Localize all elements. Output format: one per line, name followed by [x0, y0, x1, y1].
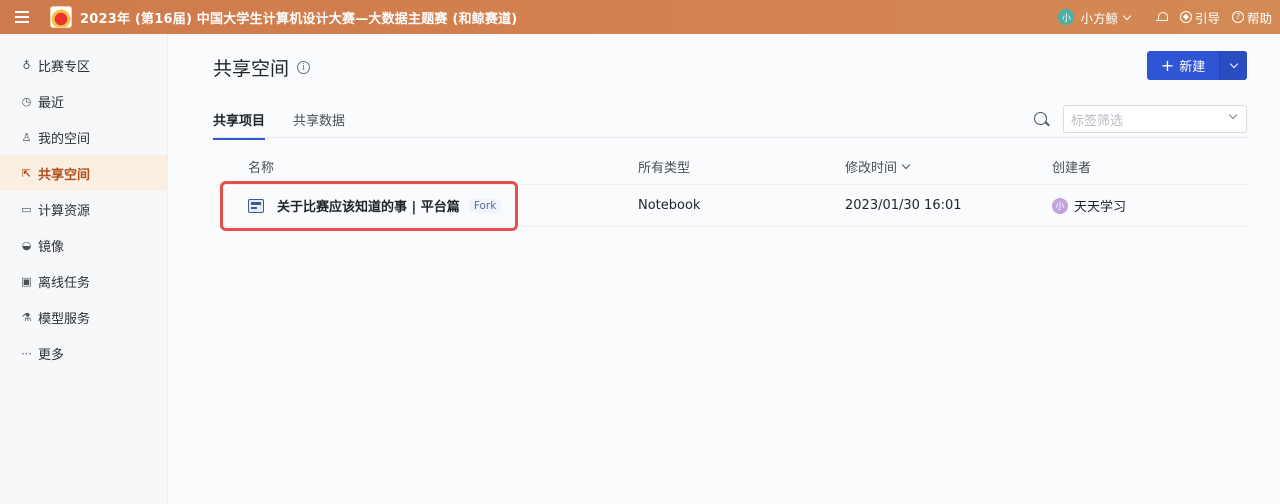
sidebar-item-recent[interactable]: ◷ 最近 — [0, 83, 167, 119]
sidebar-item-image[interactable]: ◒ 镜像 — [0, 227, 167, 263]
bell-icon — [1155, 11, 1168, 23]
sidebar-item-label: 更多 — [38, 347, 65, 363]
header-actions: 小 小方鲸 ◆ 引导 ? 帮助 — [1058, 8, 1280, 27]
compass-icon: ◆ — [1179, 11, 1192, 23]
help-button[interactable]: ? 帮助 — [1231, 8, 1272, 27]
creator-name: 天天学习 — [1074, 200, 1127, 215]
column-header-modified[interactable]: 修改时间 — [845, 157, 1052, 176]
tag-filter-select[interactable]: 标签筛选 — [1063, 105, 1247, 133]
main-content: 共享空间 i + 新建 共享项目 共享数据 标签筛选 名称 所有类型 修改时间 … — [168, 34, 1280, 504]
column-header-creator: 创建者 — [1052, 161, 1092, 176]
projects-table: 名称 所有类型 修改时间 创建者 关于比赛应该知道的事 | 平台篇 Fork N… — [213, 149, 1247, 227]
sidebar: ♁ 比赛专区 ◷ 最近 ♙ 我的空间 ⇱ 共享空间 ▭ 计算资源 ◒ 镜像 ▣ … — [0, 34, 168, 504]
help-label: 帮助 — [1246, 10, 1272, 26]
column-header-name: 名称 — [248, 161, 275, 176]
clock-icon: ◷ — [21, 94, 32, 108]
tab-shared-projects[interactable]: 共享项目 — [213, 110, 266, 140]
column-header-type-filter[interactable]: 所有类型 — [638, 157, 845, 176]
sidebar-item-label: 计算资源 — [38, 203, 91, 219]
image-icon: ◒ — [21, 238, 32, 252]
trophy-icon: ♁ — [22, 58, 31, 72]
cell-name: 关于比赛应该知道的事 | 平台篇 Fork — [213, 196, 638, 215]
user-name: 小方鲸 — [1080, 10, 1118, 26]
sidebar-item-label: 最近 — [38, 95, 65, 111]
notebook-icon — [248, 198, 264, 213]
plus-icon: + — [1160, 55, 1175, 75]
sort-chevron-icon — [901, 160, 911, 170]
hamburger-menu-icon[interactable] — [0, 0, 44, 34]
sidebar-item-my-space[interactable]: ♙ 我的空间 — [0, 119, 167, 155]
tab-shared-data[interactable]: 共享数据 — [293, 110, 345, 140]
new-button-label: 新建 — [1179, 60, 1206, 75]
flask-icon: ⚗ — [21, 310, 32, 324]
notification-button[interactable] — [1155, 11, 1168, 23]
sidebar-item-shared-space[interactable]: ⇱ 共享空间 — [0, 155, 167, 191]
table-header: 名称 所有类型 修改时间 创建者 — [213, 149, 1247, 185]
chevron-down-icon — [1229, 59, 1238, 69]
page-title: 共享空间 i — [213, 54, 311, 81]
info-icon[interactable]: i — [297, 61, 311, 74]
sidebar-item-compute[interactable]: ▭ 计算资源 — [0, 191, 167, 227]
new-dropdown-button[interactable] — [1219, 51, 1247, 80]
search-icon[interactable] — [1034, 112, 1047, 125]
sidebar-item-offline-task[interactable]: ▣ 离线任务 — [0, 263, 167, 299]
new-button-group: + 新建 — [1147, 51, 1247, 80]
sidebar-item-more[interactable]: ⋯ 更多 — [0, 335, 167, 371]
new-button[interactable]: + 新建 — [1147, 51, 1219, 80]
guide-label: 引导 — [1194, 10, 1220, 26]
share-icon: ⇱ — [21, 166, 32, 180]
table-row[interactable]: 关于比赛应该知道的事 | 平台篇 Fork Notebook 2023/01/3… — [213, 185, 1247, 227]
app-title: 2023年 (第16届) 中国大学生计算机设计大赛—大数据主题赛 (和鲸赛道) — [80, 11, 518, 27]
column-header-modified-label: 修改时间 — [845, 161, 898, 176]
user-icon: ♙ — [21, 130, 32, 144]
top-header: 2023年 (第16届) 中国大学生计算机设计大赛—大数据主题赛 (和鲸赛道) … — [0, 0, 1280, 34]
sidebar-item-label: 共享空间 — [38, 167, 91, 183]
sidebar-item-label: 模型服务 — [38, 311, 91, 327]
page-title-text: 共享空间 — [213, 58, 290, 80]
creator-avatar: 小 — [1052, 197, 1068, 214]
more-icon: ⋯ — [21, 346, 32, 360]
sidebar-item-label: 我的空间 — [38, 131, 91, 147]
cell-type: Notebook — [638, 198, 701, 213]
chevron-down-icon — [1228, 110, 1238, 120]
tag-filter-placeholder: 标签筛选 — [1071, 113, 1124, 129]
guide-button[interactable]: ◆ 引导 — [1179, 8, 1220, 27]
sidebar-item-competition[interactable]: ♁ 比赛专区 — [0, 47, 167, 83]
cell-creator: 小 天天学习 — [1052, 196, 1247, 215]
user-avatar: 小 — [1058, 9, 1075, 25]
tabs-divider — [213, 137, 1247, 138]
sidebar-item-label: 离线任务 — [38, 275, 91, 291]
tab-bar: 共享项目 共享数据 — [213, 110, 373, 140]
task-icon: ▣ — [21, 274, 32, 288]
project-name-link[interactable]: 关于比赛应该知道的事 | 平台篇 — [277, 196, 460, 215]
sidebar-item-label: 比赛专区 — [38, 59, 91, 75]
sidebar-item-model-service[interactable]: ⚗ 模型服务 — [0, 299, 167, 335]
cell-modified: 2023/01/30 16:01 — [845, 198, 962, 213]
cpu-icon: ▭ — [21, 202, 32, 216]
app-logo — [50, 6, 72, 28]
chevron-down-icon — [1122, 11, 1132, 20]
user-menu[interactable]: 小 小方鲸 — [1058, 8, 1132, 27]
sidebar-item-label: 镜像 — [38, 239, 65, 255]
help-icon: ? — [1231, 11, 1244, 23]
fork-badge: Fork — [468, 198, 502, 213]
